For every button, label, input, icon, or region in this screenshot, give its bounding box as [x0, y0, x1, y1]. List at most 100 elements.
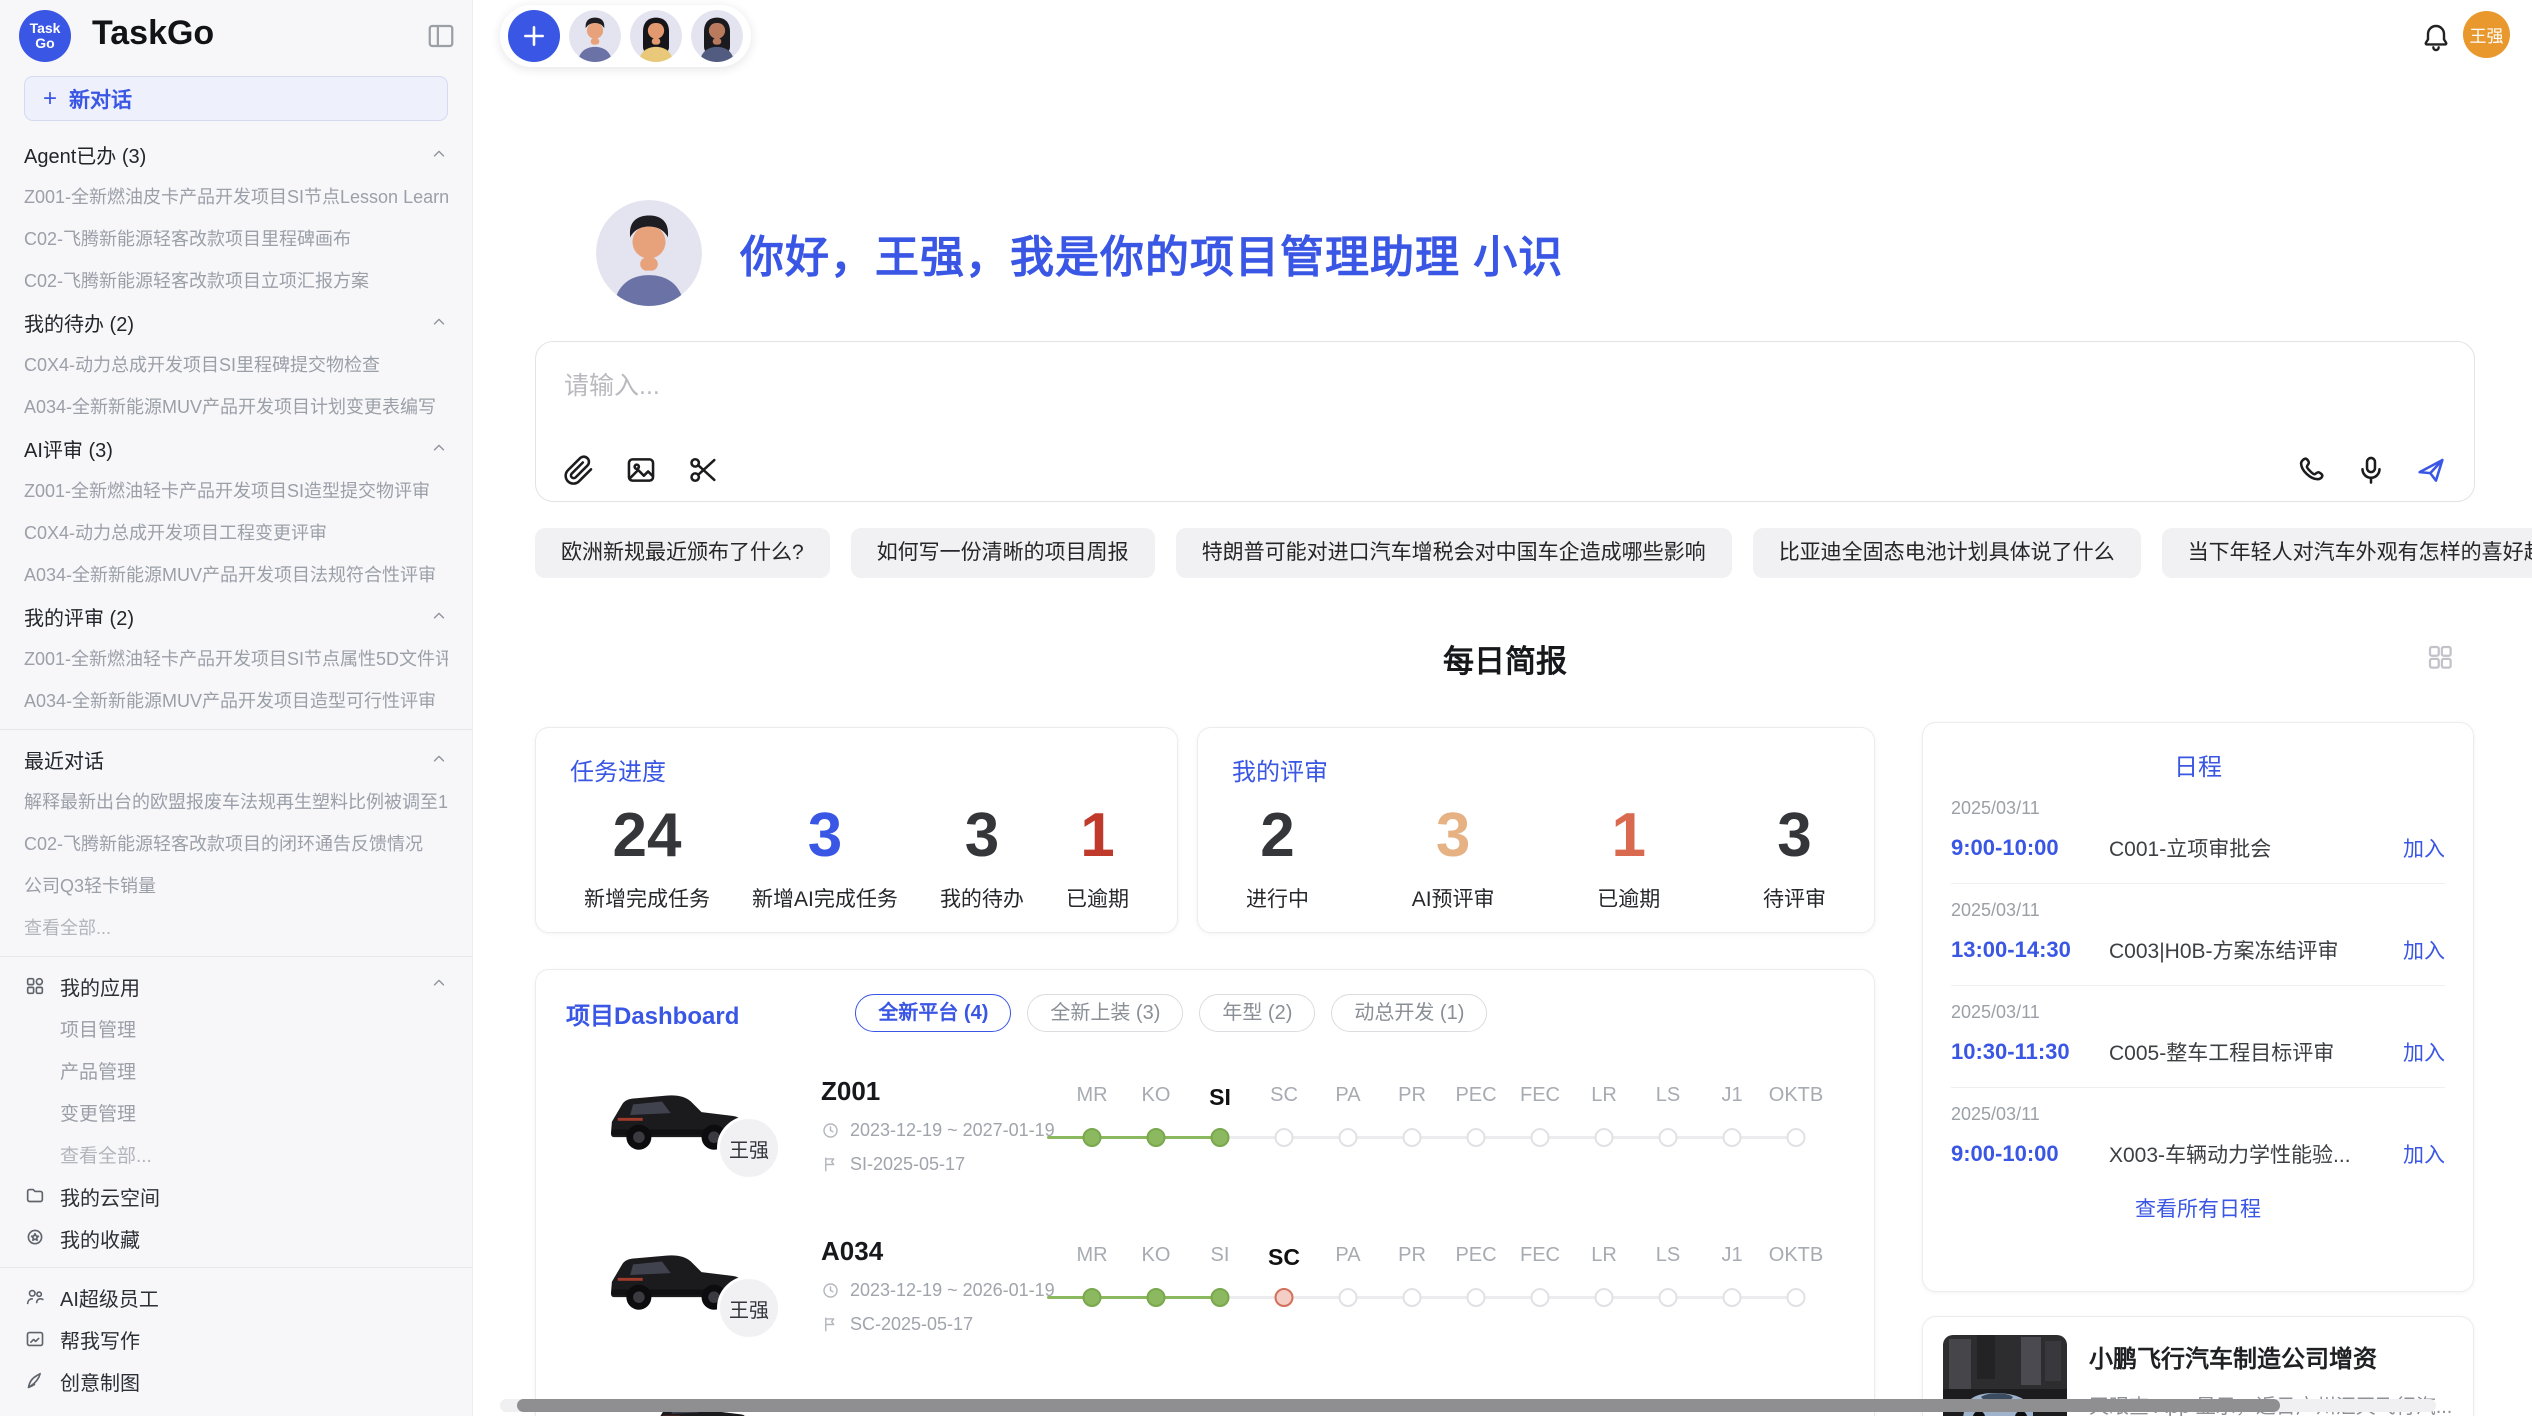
horizontal-scrollbar-thumb[interactable]: [517, 1399, 2280, 1412]
dashboard-tab[interactable]: 全新平台 (4): [855, 994, 1011, 1032]
milestone-node[interactable]: [1339, 1128, 1358, 1147]
project-list: 王强Z0012023-12-19 ~ 2027-01-19SI-2025-05-…: [536, 1062, 1874, 1416]
sidebar-item-my-apps[interactable]: 我的应用: [24, 965, 448, 1007]
milestone-node[interactable]: [1275, 1128, 1294, 1147]
stat-label: 新增AI完成任务: [752, 883, 898, 913]
briefing-layout-grid-icon[interactable]: [2425, 642, 2455, 672]
sidebar-item-star-badge[interactable]: 我的收藏: [24, 1217, 448, 1259]
view-all-schedule-link[interactable]: 查看所有日程: [1951, 1193, 2445, 1223]
milestone-node[interactable]: [1787, 1288, 1806, 1307]
sidebar-group-header[interactable]: 我的评审 (2): [24, 595, 448, 637]
image-upload-icon[interactable]: [624, 453, 658, 487]
send-icon[interactable]: [2414, 453, 2448, 487]
milestone-node[interactable]: [1147, 1128, 1166, 1147]
project-dashboard-card: 项目Dashboard 全新平台 (4)全新上装 (3)年型 (2)动总开发 (…: [535, 969, 1875, 1416]
milestone-node[interactable]: [1083, 1128, 1102, 1147]
user-avatar[interactable]: 王强: [2463, 11, 2510, 58]
sidebar-tool-people[interactable]: AI超级员工: [24, 1276, 448, 1318]
recent-chat-item[interactable]: 公司Q3轻卡销量: [24, 864, 448, 906]
apps-view-all-link[interactable]: 查看全部...: [24, 1133, 448, 1175]
app-sub-item[interactable]: 项目管理: [24, 1007, 448, 1049]
milestone-node[interactable]: [1467, 1288, 1486, 1307]
milestone-node[interactable]: [1403, 1128, 1422, 1147]
agent-avatar-1[interactable]: [569, 10, 621, 62]
suggestion-chip[interactable]: 如何写一份清晰的项目周报: [851, 528, 1155, 578]
suggestion-chip[interactable]: 欧洲新规最近颁布了什么?: [535, 528, 830, 578]
milestone-node[interactable]: [1339, 1288, 1358, 1307]
milestone-node[interactable]: [1659, 1288, 1678, 1307]
voice-mic-icon[interactable]: [2354, 453, 2388, 487]
project-row[interactable]: 王强Z0012023-12-19 ~ 2027-01-19SI-2025-05-…: [566, 1062, 1844, 1192]
milestone-node[interactable]: [1659, 1128, 1678, 1147]
milestone-node[interactable]: [1467, 1128, 1486, 1147]
milestone-node[interactable]: [1211, 1128, 1230, 1147]
milestone-node[interactable]: [1083, 1288, 1102, 1307]
event-row: 9:00-10:00X003-车辆动力学性能验...加入: [1951, 1139, 2445, 1169]
suggestion-chip[interactable]: 比亚迪全固态电池计划具体说了什么: [1753, 528, 2141, 578]
sidebar-task-item[interactable]: A034-全新新能源MUV产品开发项目造型可行性评审: [24, 679, 448, 721]
milestone-node[interactable]: [1211, 1288, 1230, 1307]
stat-value: 1: [1066, 797, 1129, 875]
app-sub-item[interactable]: 变更管理: [24, 1091, 448, 1133]
milestone-node[interactable]: [1275, 1288, 1294, 1307]
join-button[interactable]: 加入: [2403, 935, 2445, 965]
sidebar-item-folder[interactable]: 我的云空间: [24, 1175, 448, 1217]
event-time: 10:30-11:30: [1951, 1039, 2109, 1065]
sidebar-task-item[interactable]: C02-飞腾新能源轻客改款项目立项汇报方案: [24, 259, 448, 301]
dashboard-tab[interactable]: 年型 (2): [1199, 994, 1315, 1032]
milestone-node[interactable]: [1531, 1288, 1550, 1307]
milestone-node[interactable]: [1595, 1128, 1614, 1147]
agent-avatars-pill: [500, 5, 751, 67]
app-sub-item[interactable]: 产品管理: [24, 1049, 448, 1091]
join-button[interactable]: 加入: [2403, 1037, 2445, 1067]
milestone-node[interactable]: [1723, 1288, 1742, 1307]
chat-input[interactable]: [564, 364, 2164, 408]
sidebar-task-item[interactable]: C0X4-动力总成开发项目SI里程碑提交物检查: [24, 343, 448, 385]
milestone-node[interactable]: [1787, 1128, 1806, 1147]
screenshot-scissors-icon[interactable]: [686, 453, 720, 487]
chevron-up-icon: [430, 607, 448, 625]
notification-bell-icon[interactable]: [2420, 22, 2452, 54]
sidebar-task-item[interactable]: C0X4-动力总成开发项目工程变更评审: [24, 511, 448, 553]
right-column: 日程 2025/03/119:00-10:00C001-立项审批会加入2025/…: [1922, 722, 2474, 1416]
milestone-label: OKTB: [1769, 1084, 1823, 1107]
recent-chat-item[interactable]: 解释最新出台的欧盟报废车法规再生塑料比例被调至15%...: [24, 780, 448, 822]
milestone-node[interactable]: [1531, 1128, 1550, 1147]
milestone-node[interactable]: [1595, 1288, 1614, 1307]
dashboard-tab[interactable]: 全新上装 (3): [1027, 994, 1183, 1032]
join-button[interactable]: 加入: [2403, 833, 2445, 863]
add-agent-button[interactable]: [508, 10, 560, 62]
logo-line-1: Task: [30, 21, 61, 36]
sidebar-group-header[interactable]: Agent已办 (3): [24, 133, 448, 175]
sidebar-task-item[interactable]: Z001-全新燃油轻卡产品开发项目SI造型提交物评审: [24, 469, 448, 511]
sidebar-task-item[interactable]: A034-全新新能源MUV产品开发项目法规符合性评审: [24, 553, 448, 595]
attachment-icon[interactable]: [562, 453, 596, 487]
timeline-progress: [1047, 1296, 1220, 1299]
sidebar-tool-write[interactable]: 帮我写作: [24, 1318, 448, 1360]
milestone-node[interactable]: [1403, 1288, 1422, 1307]
suggestion-chip[interactable]: 特朗普可能对进口汽车增税会对中国车企造成哪些影响: [1176, 528, 1732, 578]
sidebar-task-item[interactable]: A034-全新新能源MUV产品开发项目计划变更表编写: [24, 385, 448, 427]
project-row[interactable]: 王强A0342023-12-19 ~ 2026-01-19SC-2025-05-…: [566, 1222, 1844, 1352]
agent-avatar-2[interactable]: [630, 10, 682, 62]
sidebar-group-header[interactable]: 最近对话: [24, 738, 448, 780]
join-button[interactable]: 加入: [2403, 1139, 2445, 1169]
sidebar-collapse-icon[interactable]: [426, 21, 456, 51]
sidebar-group-header[interactable]: AI评审 (3): [24, 427, 448, 469]
milestone-node[interactable]: [1723, 1128, 1742, 1147]
new-chat-button[interactable]: + 新对话: [24, 76, 448, 121]
sidebar-task-item[interactable]: Z001-全新燃油皮卡产品开发项目SI节点Lesson Learn报告: [24, 175, 448, 217]
recent-view-all-link[interactable]: 查看全部...: [24, 906, 448, 948]
suggestion-chip[interactable]: 当下年轻人对汽车外观有怎样的喜好趋势: [2162, 528, 2532, 578]
phone-call-icon[interactable]: [2294, 453, 2328, 487]
dashboard-tab[interactable]: 动总开发 (1): [1331, 994, 1487, 1032]
sidebar-task-item[interactable]: C02-飞腾新能源轻客改款项目里程碑画布: [24, 217, 448, 259]
sidebar-group-header[interactable]: 我的待办 (2): [24, 301, 448, 343]
milestone-label: SC: [1268, 1244, 1300, 1271]
recent-chat-item[interactable]: C02-飞腾新能源轻客改款项目的闭环通告反馈情况: [24, 822, 448, 864]
sidebar-tool-pen[interactable]: 创意制图: [24, 1360, 448, 1402]
agent-avatar-3[interactable]: [691, 10, 743, 62]
app-window: Task Go TaskGo + 新对话 Agent已办 (3)Z001-全新燃…: [0, 0, 2532, 1416]
milestone-node[interactable]: [1147, 1288, 1166, 1307]
sidebar-task-item[interactable]: Z001-全新燃油轻卡产品开发项目SI节点属性5D文件评审: [24, 637, 448, 679]
